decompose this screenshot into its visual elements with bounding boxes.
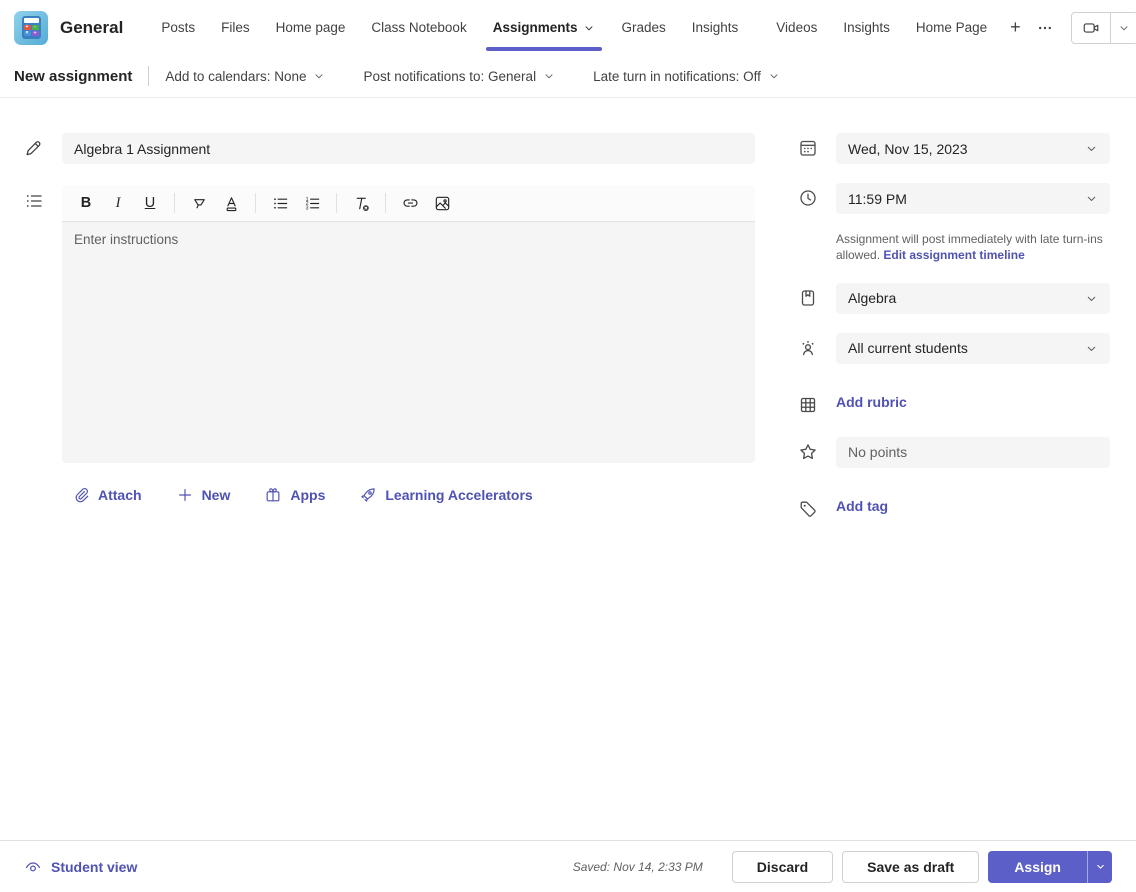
- instructions-editor: B I U: [62, 185, 755, 463]
- calendar-icon: [798, 133, 836, 164]
- instructions-placeholder: Enter instructions: [74, 232, 743, 247]
- chevron-down-icon: [313, 70, 325, 82]
- divider: [174, 193, 175, 213]
- chevron-down-icon: [1085, 192, 1098, 205]
- tab-home-page[interactable]: Home page: [263, 0, 359, 55]
- rubric-grid-icon: [798, 390, 836, 415]
- divider: [148, 66, 149, 86]
- divider: [336, 193, 337, 213]
- clock-icon: [798, 183, 836, 214]
- due-time-dropdown[interactable]: 11:59 PM: [836, 183, 1110, 214]
- apps-icon: [264, 486, 282, 504]
- assign-button[interactable]: Assign: [988, 851, 1087, 883]
- divider: [385, 193, 386, 213]
- add-to-calendars-dropdown[interactable]: Add to calendars: None: [165, 69, 325, 84]
- students-icon: [798, 333, 836, 364]
- attachment-actions: Attach New Apps Learning Accelerators: [24, 486, 755, 504]
- tab-posts[interactable]: Posts: [148, 0, 208, 55]
- chevron-down-icon: [543, 70, 555, 82]
- italic-icon[interactable]: I: [104, 190, 132, 216]
- camera-icon[interactable]: [1072, 13, 1111, 43]
- highlighter-icon[interactable]: [185, 190, 213, 216]
- assignment-form: B I U: [0, 98, 1136, 840]
- rich-text-toolbar: B I U: [62, 185, 755, 222]
- underline-icon[interactable]: U: [136, 190, 164, 216]
- numbered-list-icon[interactable]: 123: [298, 190, 326, 216]
- tab-insights-1[interactable]: Insights: [679, 0, 752, 55]
- assign-options-chevron[interactable]: [1087, 851, 1112, 883]
- tab-home-page-2[interactable]: Home Page: [903, 0, 1000, 55]
- tab-grades[interactable]: Grades: [608, 0, 678, 55]
- late-turnin-notifications-dropdown[interactable]: Late turn in notifications: Off: [593, 69, 780, 84]
- meet-options-chevron[interactable]: [1111, 13, 1136, 43]
- chevron-down-icon: [1085, 342, 1098, 355]
- plus-icon: [176, 486, 194, 504]
- edit-pencil-icon: [24, 133, 62, 164]
- edit-timeline-link[interactable]: Edit assignment timeline: [883, 248, 1024, 262]
- meet-split-button: [1071, 12, 1136, 44]
- divider: [255, 193, 256, 213]
- more-ellipsis-icon[interactable]: [1031, 16, 1059, 40]
- tab-files[interactable]: Files: [208, 0, 263, 55]
- learning-accelerators-button[interactable]: Learning Accelerators: [359, 486, 532, 504]
- discard-button[interactable]: Discard: [732, 851, 833, 883]
- bold-icon[interactable]: B: [72, 190, 100, 216]
- points-field[interactable]: No points: [836, 437, 1110, 468]
- tag-icon: [798, 494, 836, 519]
- attach-paperclip-icon: [72, 486, 90, 504]
- new-button[interactable]: New: [176, 486, 231, 504]
- saved-status: Saved: Nov 14, 2:33 PM: [573, 860, 703, 874]
- chevron-down-icon: [583, 22, 595, 34]
- instructions-textarea[interactable]: Enter instructions: [62, 222, 755, 463]
- instructions-list-icon: [24, 185, 62, 463]
- class-dropdown[interactable]: Algebra: [836, 283, 1110, 314]
- page-title: New assignment: [14, 68, 132, 85]
- assignment-command-bar: New assignment Add to calendars: None Po…: [0, 55, 1136, 98]
- clear-format-icon[interactable]: [347, 190, 375, 216]
- team-avatar[interactable]: +-×÷: [14, 11, 48, 45]
- star-icon: [798, 437, 836, 468]
- chevron-down-icon: [1085, 142, 1098, 155]
- post-notifications-dropdown[interactable]: Post notifications to: General: [363, 69, 555, 84]
- font-color-icon[interactable]: [217, 190, 245, 216]
- tab-insights-2[interactable]: Insights: [830, 0, 903, 55]
- calculator-team-logo: +-×÷: [22, 16, 41, 39]
- notebook-icon: [798, 283, 836, 314]
- timeline-note: Assignment will post immediately with la…: [836, 232, 1110, 264]
- rocket-icon: [359, 486, 377, 504]
- students-dropdown[interactable]: All current students: [836, 333, 1110, 364]
- channel-header: +-×÷ General Posts Files Home page Class…: [0, 0, 1136, 55]
- link-icon[interactable]: [396, 190, 424, 216]
- due-date-dropdown[interactable]: Wed, Nov 15, 2023: [836, 133, 1110, 164]
- chevron-down-icon: [768, 70, 780, 82]
- image-icon[interactable]: [428, 190, 456, 216]
- chevron-down-icon: [1085, 292, 1098, 305]
- add-tab-button[interactable]: +: [1000, 0, 1031, 55]
- attach-button[interactable]: Attach: [72, 486, 142, 504]
- save-as-draft-button[interactable]: Save as draft: [842, 851, 979, 883]
- channel-tabs: Posts Files Home page Class Notebook Ass…: [148, 0, 1030, 55]
- tab-videos[interactable]: Videos: [763, 0, 830, 55]
- apps-button[interactable]: Apps: [264, 486, 325, 504]
- assign-split-button: Assign: [988, 851, 1112, 883]
- svg-text:3: 3: [305, 205, 308, 211]
- channel-title: General: [60, 18, 123, 38]
- student-view-button[interactable]: Student view: [24, 858, 137, 876]
- tab-assignments[interactable]: Assignments: [480, 0, 609, 55]
- teams-assignment-page: +-×÷ General Posts Files Home page Class…: [0, 0, 1136, 892]
- action-footer: Student view Saved: Nov 14, 2:33 PM Disc…: [0, 840, 1136, 892]
- add-tag-link[interactable]: Add tag: [836, 498, 888, 514]
- add-rubric-link[interactable]: Add rubric: [836, 394, 907, 410]
- bullet-list-icon[interactable]: [266, 190, 294, 216]
- tab-class-notebook[interactable]: Class Notebook: [358, 0, 479, 55]
- assignment-details-panel: Wed, Nov 15, 2023 11:59 PM Assignment wi…: [798, 133, 1110, 840]
- assignment-title-input[interactable]: [62, 133, 755, 164]
- eye-icon: [24, 858, 42, 876]
